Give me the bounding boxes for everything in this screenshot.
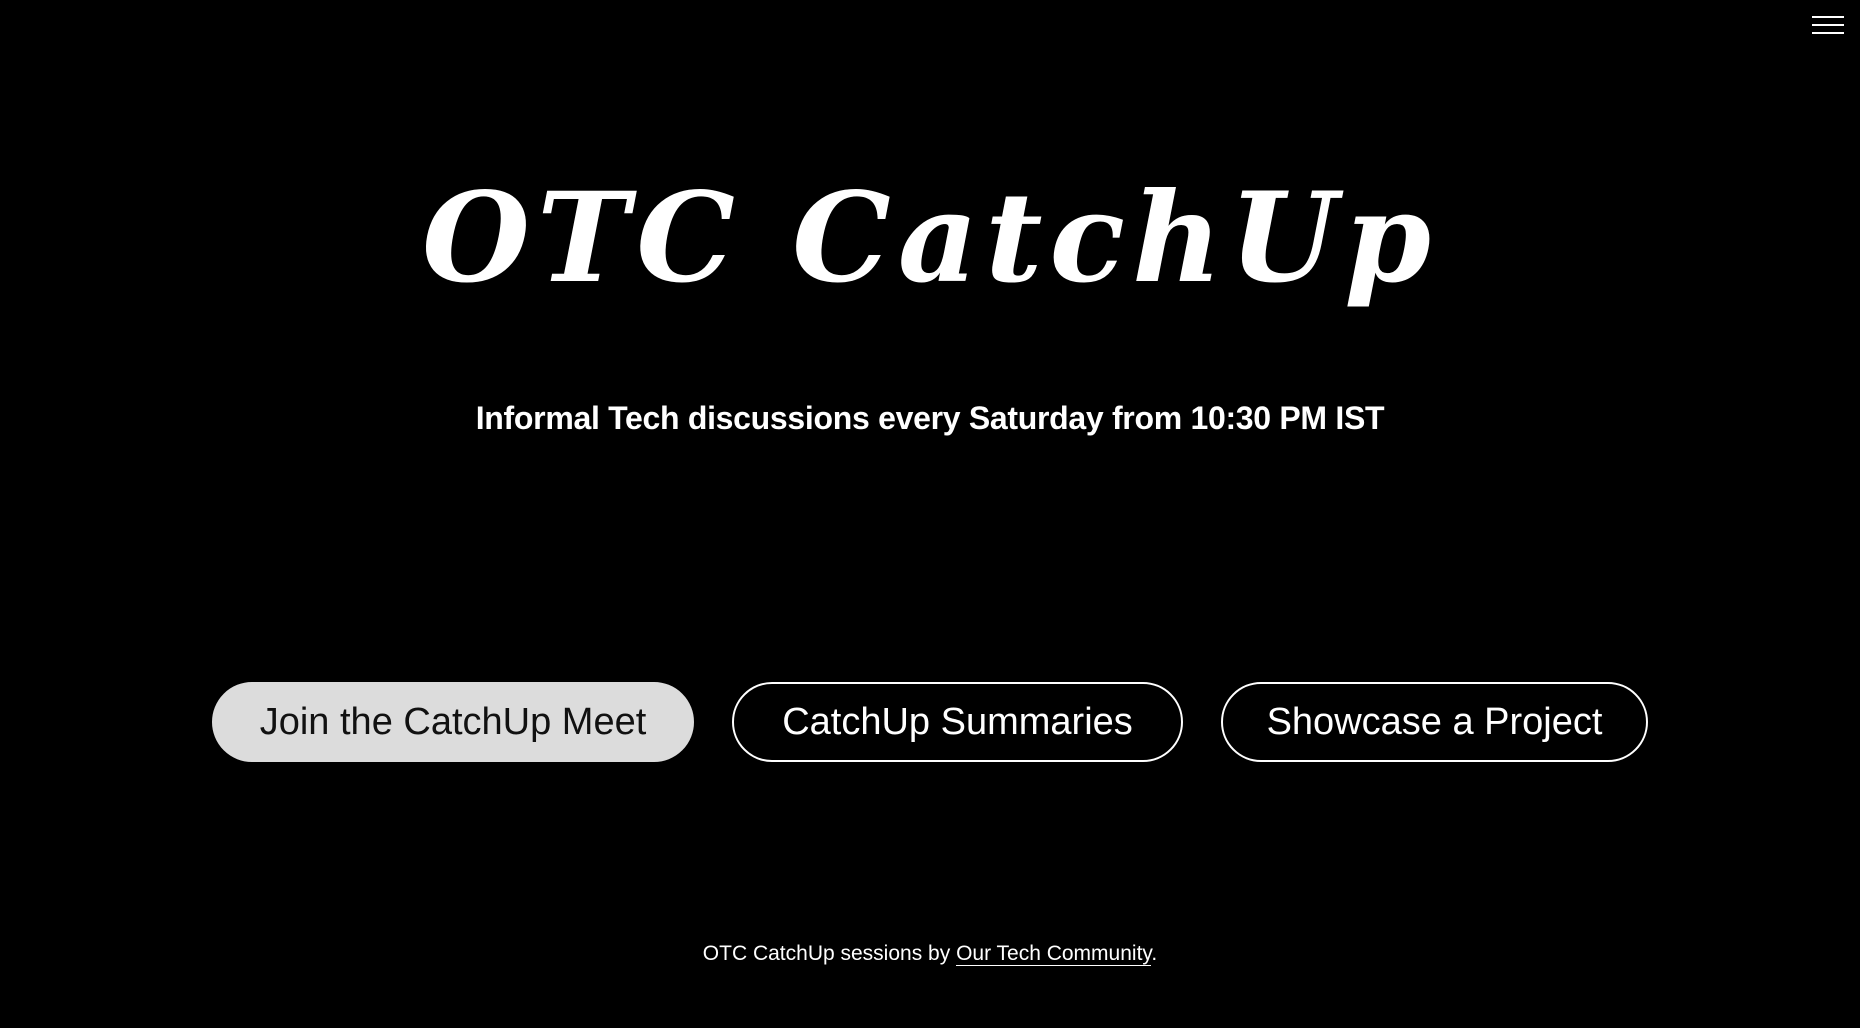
hamburger-menu-icon[interactable] [1812,14,1844,36]
showcase-project-button[interactable]: Showcase a Project [1221,682,1648,762]
tagline: Informal Tech discussions every Saturday… [475,400,1385,436]
join-meet-button[interactable]: Join the CatchUp Meet [212,682,694,762]
menu-bar-middle [1812,24,1844,26]
menu-bar-bottom [1812,32,1844,34]
action-buttons: Join the CatchUp Meet CatchUp Summaries … [0,682,1860,762]
footer-suffix: . [1151,942,1158,965]
footer-prefix: OTC CatchUp sessions by [702,942,957,965]
footer: OTC CatchUp sessions by Our Tech Communi… [0,942,1860,966]
page-title: OTC CatchUp [422,166,1438,311]
summaries-button[interactable]: CatchUp Summaries [732,682,1183,762]
our-tech-community-link[interactable]: Our Tech Community [956,942,1152,966]
menu-bar-top [1812,16,1844,18]
